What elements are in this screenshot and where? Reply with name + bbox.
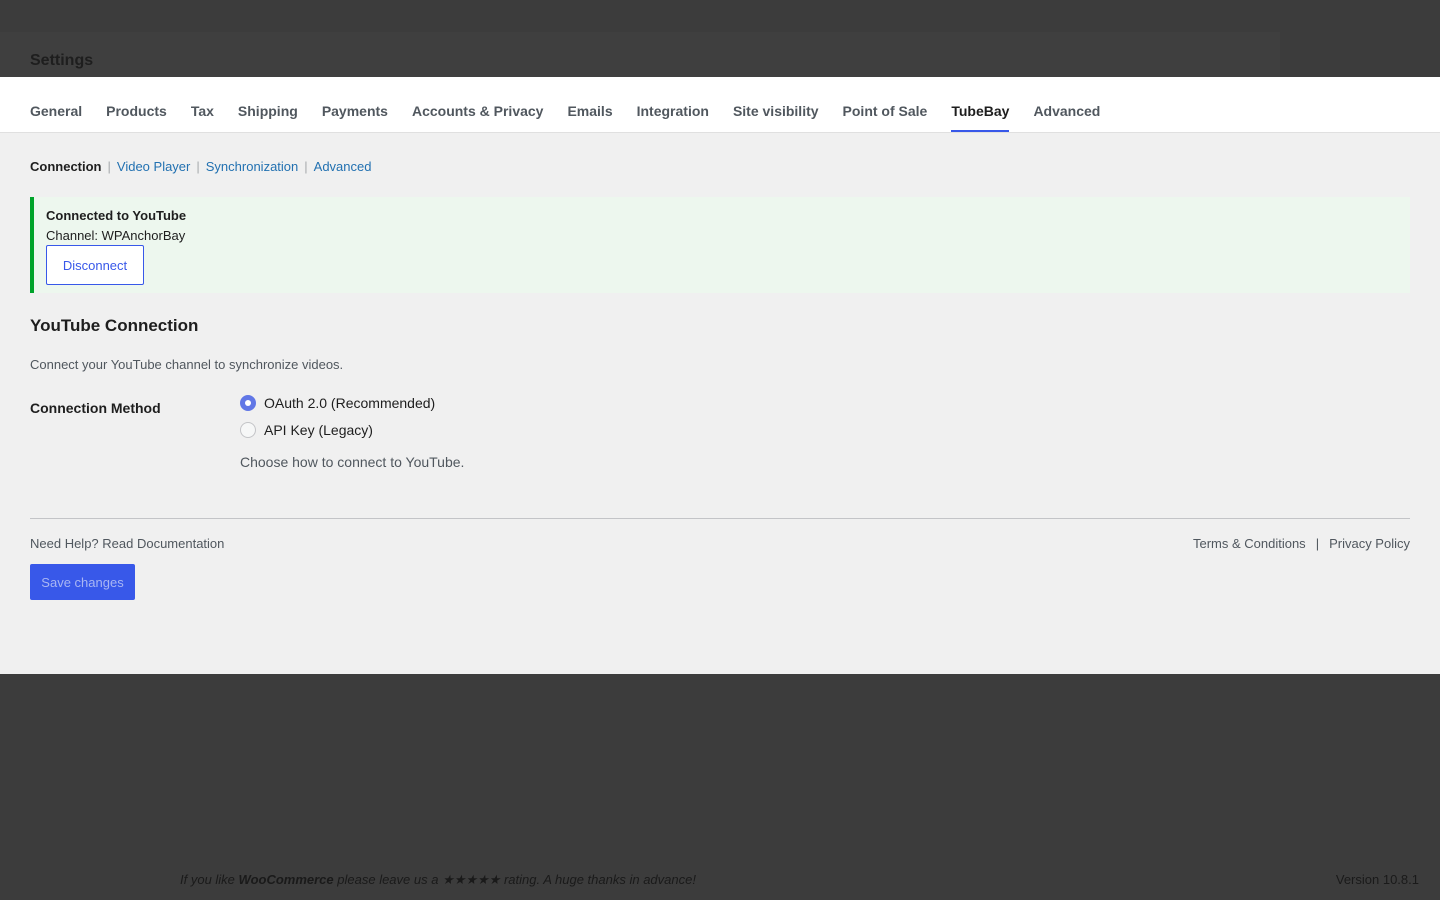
tab-point-of-sale[interactable]: Point of Sale [843,77,928,133]
privacy-link[interactable]: Privacy Policy [1329,536,1410,551]
tab-integration[interactable]: Integration [637,77,709,133]
radio-oauth[interactable]: OAuth 2.0 (Recommended) [240,393,435,413]
radio-oauth-label: OAuth 2.0 (Recommended) [264,395,436,411]
notice-channel: Channel: WPAnchorBay [46,228,186,243]
tab-payments[interactable]: Payments [322,77,388,133]
notice-title: Connected to YouTube [46,208,187,223]
radio-api-key-control[interactable] [240,422,256,438]
tab-products[interactable]: Products [106,77,167,133]
version-label: Version 10.8.1 [1335,872,1419,887]
header-bar [0,32,1280,77]
tab-list: General Products Tax Shipping Payments A… [30,77,1124,133]
terms-link[interactable]: Terms & Conditions [1193,536,1306,551]
rating-stars[interactable]: ★★★★★ [442,872,500,887]
rating-prompt: If you like WooCommerce please leave us … [180,872,696,888]
page: Settings General Products Tax Shipping P… [0,0,1440,900]
rating-suffix: rating. A huge thanks in advance! [500,872,696,887]
rating-prefix: If you like [180,872,239,887]
subnav: Connection | Video Player | Synchronizat… [30,159,371,174]
settings-content: Connection | Video Player | Synchronizat… [0,133,1440,674]
subnav-advanced[interactable]: Advanced [314,159,372,174]
connection-method-label: Connection Method [30,400,161,416]
radio-api-key[interactable]: API Key (Legacy) [240,420,373,440]
section-description: Connect your YouTube channel to synchron… [30,357,344,372]
woocommerce-link[interactable]: WooCommerce [239,872,334,887]
tabs-bar: General Products Tax Shipping Payments A… [0,77,1440,133]
rating-middle: please leave us a [333,872,443,887]
subnav-separator: | [196,159,200,174]
documentation-link[interactable]: Need Help? Read Documentation [30,536,224,551]
tab-emails[interactable]: Emails [567,77,612,133]
footer-links: Terms & Conditions | Privacy Policy [1193,536,1410,551]
subnav-synchronization[interactable]: Synchronization [206,159,299,174]
tab-accounts-privacy[interactable]: Accounts & Privacy [412,77,544,133]
disconnect-button[interactable]: Disconnect [46,245,144,285]
subnav-separator: | [107,159,111,174]
connection-notice: Connected to YouTube Channel: WPAnchorBa… [30,197,1410,293]
section-title: YouTube Connection [30,316,199,335]
tab-site-visibility[interactable]: Site visibility [733,77,819,133]
tab-shipping[interactable]: Shipping [238,77,298,133]
save-changes-button[interactable]: Save changes [30,564,135,600]
subnav-separator: | [304,159,308,174]
tab-general[interactable]: General [30,77,82,133]
subnav-video-player[interactable]: Video Player [117,159,190,174]
subnav-connection[interactable]: Connection [30,159,102,174]
tab-tax[interactable]: Tax [191,77,214,133]
page-title: Settings [30,52,94,69]
divider [30,518,1410,519]
radio-api-key-label: API Key (Legacy) [264,422,373,438]
tab-advanced[interactable]: Advanced [1033,77,1100,133]
tab-tubebay[interactable]: TubeBay [951,77,1010,133]
footer-separator: | [1315,536,1320,551]
connection-method-help: Choose how to connect to YouTube. [240,454,465,470]
radio-oauth-control[interactable] [240,395,256,411]
